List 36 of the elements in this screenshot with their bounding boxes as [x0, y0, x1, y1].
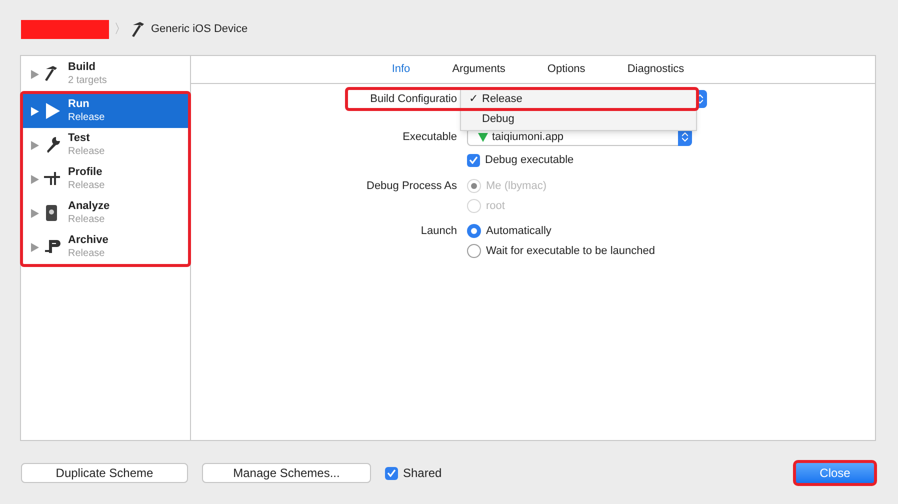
- item-title: Analyze: [68, 200, 110, 213]
- menu-item[interactable]: ✓ Release: [461, 89, 696, 109]
- checkbox[interactable]: Debug executable: [467, 152, 574, 168]
- radio-button[interactable]: Wait for executable to be launched: [467, 242, 655, 260]
- menu-item[interactable]: Debug: [461, 109, 696, 129]
- tab[interactable]: Arguments: [452, 61, 506, 78]
- item-title: Archive: [68, 234, 108, 247]
- item-subtitle: Release: [68, 145, 105, 158]
- sidebar-item[interactable]: Analyze Release: [23, 196, 188, 230]
- field-label: Debug Process As: [366, 178, 457, 194]
- sidebar-item[interactable]: Archive Release: [23, 230, 188, 264]
- item-title: Profile: [68, 166, 104, 179]
- breadcrumb-separator: 〉: [114, 20, 127, 38]
- destination-label[interactable]: Generic iOS Device: [151, 20, 248, 38]
- item-title: Test: [68, 132, 91, 145]
- item-subtitle: 2 targets: [68, 74, 107, 87]
- push-button[interactable]: Duplicate Scheme: [21, 463, 188, 483]
- item-title: Run: [68, 98, 90, 111]
- item-subtitle: Release: [68, 247, 106, 260]
- field-label: Launch: [420, 224, 457, 239]
- tab[interactable]: Diagnostics: [627, 61, 684, 78]
- field-label: Executable: [402, 130, 457, 145]
- sidebar-item[interactable]: Build 2 targets: [23, 57, 188, 91]
- push-button[interactable]: Manage Schemes...: [202, 463, 371, 483]
- item-subtitle: Release: [68, 213, 106, 226]
- item-subtitle: Release: [68, 111, 105, 124]
- checkbox[interactable]: Shared: [385, 464, 442, 482]
- tab[interactable]: Options: [547, 61, 586, 78]
- item-subtitle: Release: [68, 179, 105, 192]
- item-title: Build: [68, 61, 96, 74]
- field-label: Build Configuratio: [370, 92, 457, 107]
- sidebar-item[interactable]: Run Release: [23, 94, 188, 128]
- tab[interactable]: Info: [392, 61, 410, 78]
- radio-button[interactable]: Automatically: [467, 222, 552, 240]
- sidebar-item[interactable]: Profile Release: [23, 162, 188, 196]
- sidebar-item[interactable]: Test Release: [23, 128, 188, 162]
